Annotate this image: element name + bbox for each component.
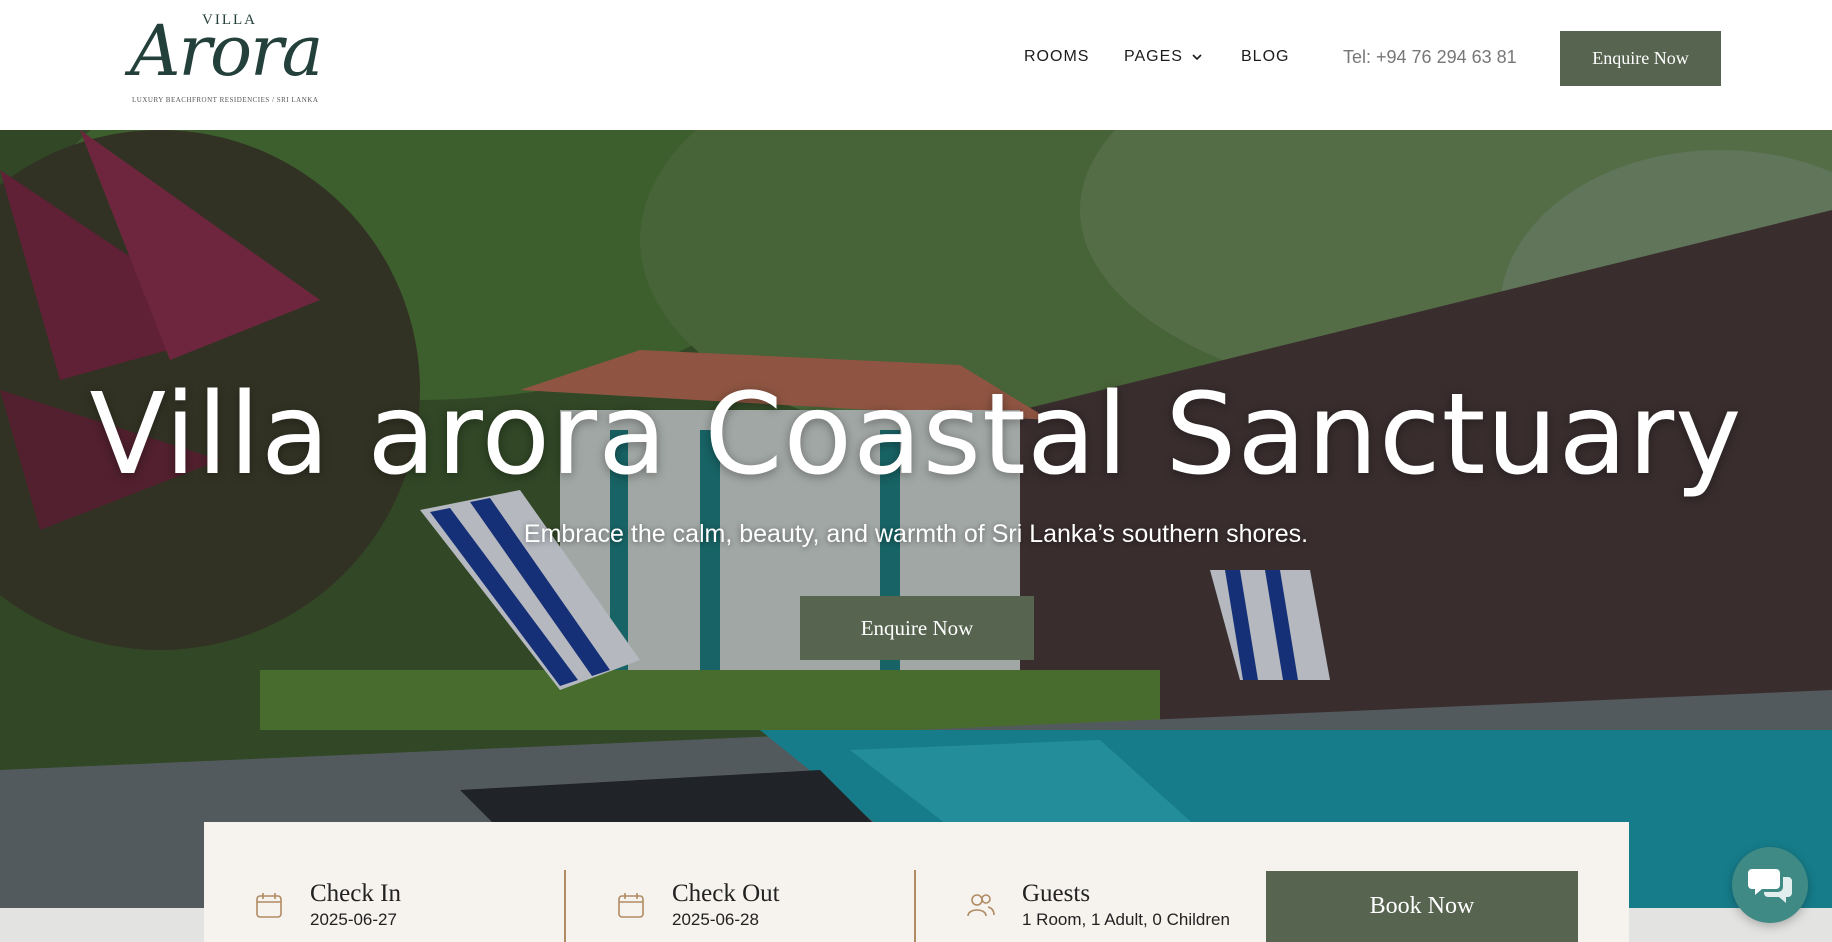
checkin-field[interactable]: Check In 2025-06-27 [254, 880, 401, 930]
chat-bubbles-icon [1748, 869, 1792, 903]
booking-bar: Check In 2025-06-27 Check Out 2025-06-28… [204, 822, 1629, 942]
calendar-icon [256, 893, 282, 918]
checkout-field[interactable]: Check Out 2025-06-28 [616, 880, 780, 930]
logo-tagline: LUXURY BEACHFRONT RESIDENCIES / SRI LANK… [132, 96, 319, 104]
chat-widget-button[interactable] [1732, 847, 1808, 923]
divider [564, 870, 566, 942]
header-enquire-button[interactable]: Enquire Now [1560, 31, 1721, 86]
nav-blog[interactable]: BLOG [1241, 48, 1289, 66]
logo-wordmark: Arora [130, 10, 323, 92]
chevron-down-icon [1192, 54, 1202, 61]
divider [914, 870, 916, 942]
guests-value: 1 Room, 1 Adult, 0 Children [1022, 909, 1230, 929]
phone-number[interactable]: Tel: +94 76 294 63 81 [1343, 47, 1517, 68]
book-now-button[interactable]: Book Now [1266, 871, 1578, 942]
calendar-icon [618, 893, 644, 918]
hero-background-image [0, 130, 1832, 908]
checkout-value: 2025-06-28 [672, 909, 759, 929]
users-icon [967, 894, 995, 917]
hero-subtitle: Embrace the calm, beauty, and warmth of … [523, 520, 1309, 548]
logo[interactable]: VILLA Arora LUXURY BEACHFRONT RESIDENCIE… [130, 10, 330, 110]
nav-pages-label: PAGES [1124, 48, 1183, 65]
checkin-label: Check In [310, 880, 401, 907]
hero-title: Villa arora Coastal Sanctuary [89, 370, 1743, 500]
nav-pages[interactable]: PAGES [1124, 48, 1203, 66]
guests-field[interactable]: Guests 1 Room, 1 Adult, 0 Children [966, 880, 1230, 930]
checkin-value: 2025-06-27 [310, 909, 397, 929]
site-header: VILLA Arora LUXURY BEACHFRONT RESIDENCIE… [0, 0, 1832, 130]
nav-rooms[interactable]: ROOMS [1024, 48, 1089, 66]
guests-label: Guests [1022, 880, 1091, 907]
hero-enquire-button[interactable]: Enquire Now [800, 596, 1034, 660]
checkout-label: Check Out [672, 880, 780, 907]
hero-section: Villa arora Coastal Sanctuary Embrace th… [0, 130, 1832, 908]
